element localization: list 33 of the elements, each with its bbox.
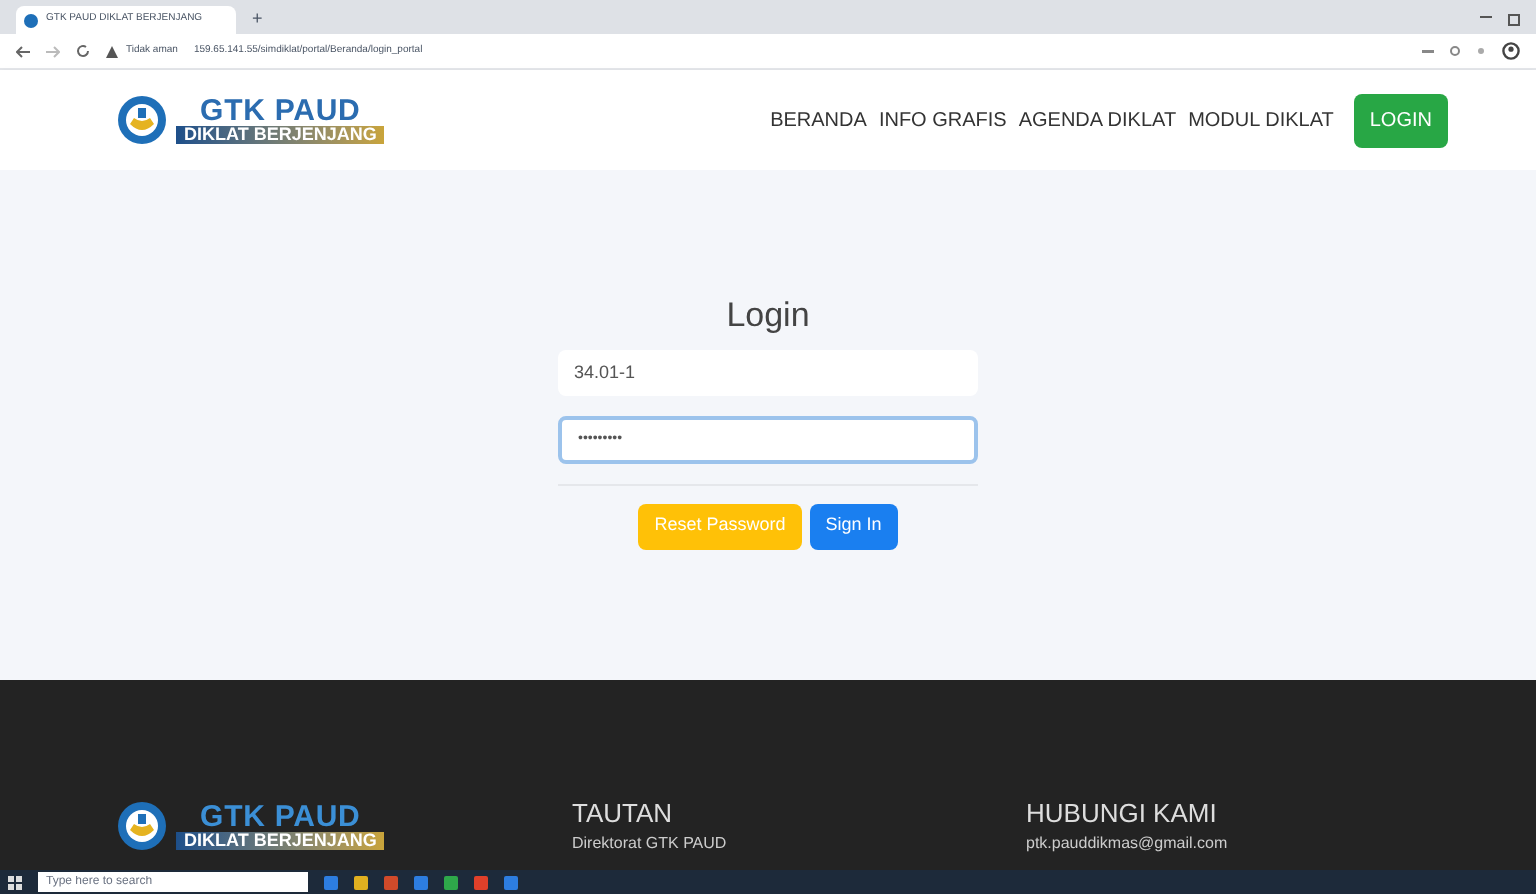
app-icon[interactable]	[384, 875, 398, 889]
app-icon[interactable]	[444, 875, 458, 889]
app-icon[interactable]	[474, 875, 488, 889]
favicon-icon	[24, 13, 38, 27]
emblem-logo-icon	[116, 94, 168, 146]
maximize-icon[interactable]	[1508, 14, 1520, 26]
login-heading: Login	[726, 294, 810, 338]
nav-link[interactable]: AGENDA DIKLAT	[1018, 105, 1177, 135]
nav-link[interactable]: BERANDA	[770, 105, 867, 135]
new-tab-button[interactable]: +	[252, 10, 263, 28]
windows-start-icon[interactable]	[8, 875, 22, 889]
reload-icon[interactable]	[76, 44, 90, 58]
logo-title: GTK PAUD	[200, 96, 361, 126]
warning-icon	[106, 45, 118, 57]
email-text: ptk.pauddikmas@gmail.com	[1026, 836, 1228, 852]
contact-heading: HUBUNGI KAMI	[1026, 800, 1219, 826]
logo-title: GTK PAUD	[200, 802, 361, 832]
emblem-logo-icon	[116, 800, 168, 852]
nav-link[interactable]: MODUL DIKLAT	[1188, 105, 1334, 135]
logo-subtitle: DIKLAT BERJENJANG	[176, 832, 385, 850]
links-heading: TAUTAN	[572, 800, 675, 826]
minimize-icon[interactable]	[1480, 16, 1492, 20]
account-icon[interactable]	[1502, 42, 1520, 60]
app-icon[interactable]	[504, 875, 518, 889]
app-icon[interactable]	[354, 875, 368, 889]
app-icon[interactable]	[324, 875, 338, 889]
nav-link[interactable]: INFO GRAFIS	[878, 105, 1007, 135]
app-icon[interactable]	[414, 875, 428, 889]
username-field[interactable]: 34.01-1	[558, 349, 978, 395]
footer-link[interactable]: Direktorat GTK PAUD	[572, 836, 1026, 852]
logo-subtitle: DIKLAT BERJENJANG	[176, 126, 385, 144]
back-icon[interactable]	[16, 45, 30, 57]
sign-in-button[interactable]: Sign In	[809, 503, 898, 549]
